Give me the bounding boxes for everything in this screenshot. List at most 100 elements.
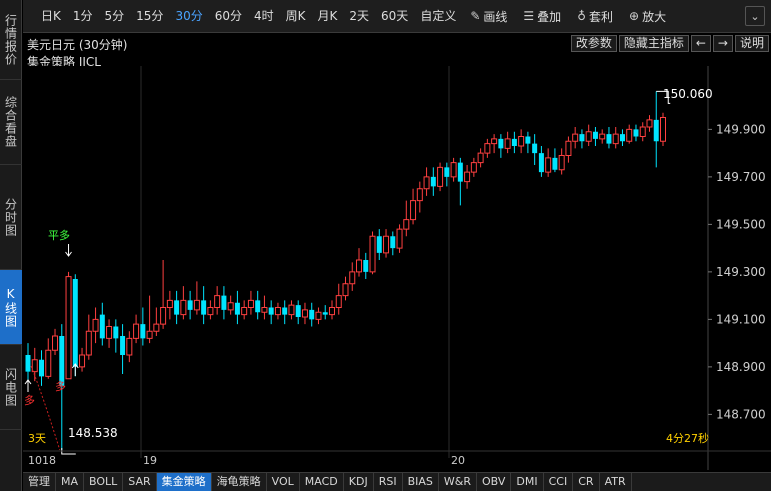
candle-body-up — [410, 200, 417, 221]
period-5min[interactable]: 5分 — [99, 0, 131, 33]
kline-svg: 149.900 149.700 149.500 149.300 149.100 148.9… — [23, 66, 771, 470]
arbitrage-button[interactable]: ♁ 套利 — [569, 0, 621, 33]
period-month[interactable]: 月K — [312, 0, 344, 33]
candle-body-down — [295, 305, 301, 317]
candle-body-down — [113, 326, 119, 339]
candle-body-down — [457, 162, 463, 182]
period-day[interactable]: 日K — [35, 0, 67, 33]
hide-indicator-button[interactable]: 隐藏主指标 — [618, 35, 689, 52]
candle-body-down — [653, 119, 659, 142]
btab-bias[interactable]: BIAS — [403, 473, 439, 491]
period-custom[interactable]: 自定义 — [414, 0, 462, 33]
period-2day[interactable]: 2天 — [343, 0, 375, 33]
btab-macd[interactable]: MACD — [300, 473, 344, 491]
y-tick-label: 149.500 — [716, 217, 766, 231]
period-15min[interactable]: 15分 — [130, 0, 169, 33]
low-price-label: 148.538 — [68, 426, 118, 440]
scroll-left-button[interactable]: ← — [690, 35, 711, 52]
candle-body-down — [221, 295, 227, 310]
candle-body-up — [545, 157, 552, 173]
candle-body-up — [247, 299, 254, 308]
tab-dashboard[interactable]: 综合看盘 — [0, 80, 22, 165]
period-60day[interactable]: 60天 — [375, 0, 414, 33]
zoom-button[interactable]: ⊕ 放大 — [621, 0, 674, 33]
candle-body-up — [484, 143, 491, 154]
btab-turtle[interactable]: 海龟策略 — [212, 473, 267, 491]
btab-cci[interactable]: CCI — [544, 473, 574, 491]
btab-ma[interactable]: MA — [56, 473, 85, 491]
chevron-down-icon[interactable]: ⌄ — [745, 6, 765, 26]
btab-rsi[interactable]: RSI — [374, 473, 403, 491]
candle-body-down — [174, 300, 180, 315]
candle-body-up — [470, 162, 477, 173]
candle-body-up — [301, 309, 308, 318]
help-button[interactable]: 说明 — [734, 35, 769, 52]
period-30min[interactable]: 30分 — [169, 0, 208, 33]
candle-body-down — [579, 134, 585, 142]
scroll-right-button[interactable]: → — [712, 35, 733, 52]
tab-kline[interactable]: K线图 — [0, 270, 22, 345]
tab-flash[interactable]: 闪电图 — [0, 345, 22, 430]
y-tick-label: 149.900 — [716, 122, 766, 136]
candle-body-down — [532, 143, 538, 154]
candle-body-down — [511, 138, 517, 146]
candle-body-up — [599, 133, 606, 140]
candle-body-up — [660, 117, 666, 142]
moneybag-icon: ♁ — [577, 9, 586, 23]
period-week[interactable]: 周K — [280, 0, 312, 33]
btab-obv[interactable]: OBV — [477, 473, 512, 491]
btab-kdj[interactable]: KDJ — [344, 473, 374, 491]
app-window: 行情报价 综合看盘 分时图 K线图 闪电图 日K 1分 5分 15分 30分 6… — [0, 0, 771, 491]
candle-body-down — [525, 136, 531, 144]
candle-body-down — [322, 312, 328, 315]
period-60min[interactable]: 60分 — [209, 0, 248, 33]
y-tick-label: 148.900 — [716, 360, 766, 374]
candle-body-up — [214, 295, 221, 308]
period-1min[interactable]: 1分 — [67, 0, 99, 33]
arbitrage-label: 套利 — [588, 9, 613, 24]
btab-manage[interactable]: 管理 — [23, 473, 56, 491]
draw-button[interactable]: ✎ 画线 — [462, 0, 515, 33]
candle-body-up — [52, 335, 59, 351]
period-4hour[interactable]: 4时 — [248, 0, 280, 33]
edit-params-button[interactable]: 改参数 — [570, 35, 617, 52]
x-label-19: 19 — [143, 454, 157, 467]
period-toolbar: 日K 1分 5分 15分 30分 60分 4时 周K 月K 2天 60天 自定义… — [23, 0, 771, 33]
kline-chart[interactable]: 149.900 149.700 149.500 149.300 149.100 148.9… — [23, 66, 771, 470]
btab-sar[interactable]: SAR — [123, 473, 157, 491]
chart-bg — [23, 66, 771, 470]
signal-flat-long: 平多 — [48, 228, 70, 242]
btab-jjcl[interactable]: 集金策略 — [156, 473, 212, 491]
tab-timeshare[interactable]: 分时图 — [0, 165, 22, 270]
btab-atr[interactable]: ATR — [600, 473, 632, 491]
candle-body-up — [646, 119, 653, 128]
candle-body-down — [376, 236, 382, 253]
btab-cr[interactable]: CR — [573, 473, 600, 491]
btab-dmi[interactable]: DMI — [511, 473, 544, 491]
candle-body-up — [153, 323, 160, 332]
candle-body-up — [383, 235, 390, 254]
tab-quotes[interactable]: 行情报价 — [0, 0, 22, 80]
btab-boll[interactable]: BOLL — [84, 473, 124, 491]
signal-long: 多 — [55, 379, 66, 393]
candle-body-up — [180, 299, 187, 316]
candle-body-down — [120, 336, 126, 355]
candle-body-up — [315, 311, 322, 320]
info-bar: 美元日元 (30分钟) 改参数 隐藏主指标 ← → 说明 — [23, 34, 771, 52]
candle-body-up — [342, 283, 349, 297]
candle-body-up — [585, 131, 592, 142]
candle-body-down — [72, 279, 78, 367]
candle-body-down — [255, 300, 261, 313]
candle-body-up — [85, 330, 92, 356]
overlay-button[interactable]: ☰ 叠加 — [515, 0, 569, 33]
candle-body-up — [207, 307, 214, 316]
candle-body-down — [268, 307, 274, 315]
indicator-tab-bar: 管理 MA BOLL SAR 集金策略 海龟策略 VOL MACD KDJ RS… — [23, 472, 771, 491]
y-tick-label: 149.100 — [716, 312, 766, 326]
btab-wr[interactable]: W&R — [439, 473, 477, 491]
candle-body-up — [349, 271, 356, 285]
candle-body-up — [504, 138, 511, 149]
candle-body-down — [187, 300, 193, 310]
candle-body-down — [59, 336, 65, 386]
btab-vol[interactable]: VOL — [267, 473, 300, 491]
